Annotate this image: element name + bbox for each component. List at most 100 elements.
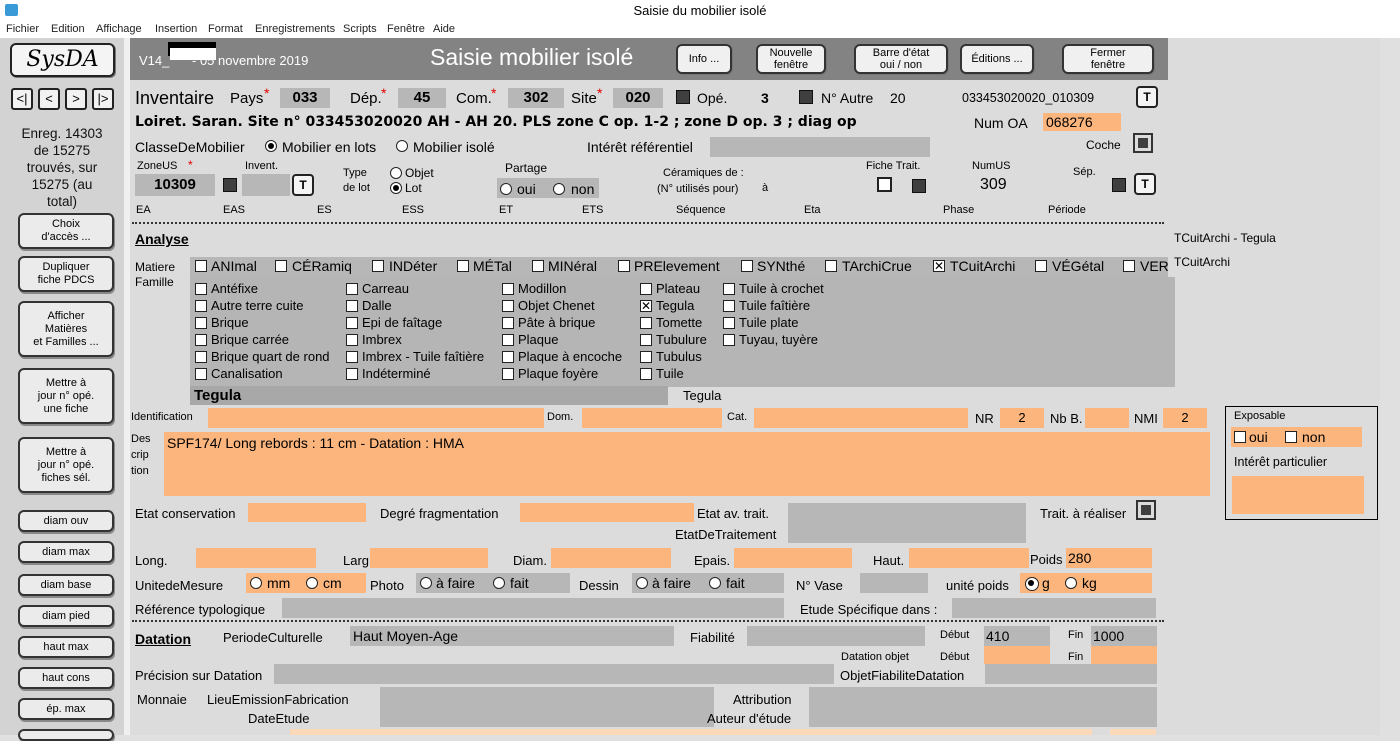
afficher-matieres-button[interactable]: Afficher Matières et Familles ... (18, 301, 114, 357)
menu-aide[interactable]: Aide (433, 23, 455, 35)
etude-specifique-field[interactable] (952, 598, 1156, 618)
identification-field[interactable] (208, 408, 544, 428)
mat-indeter-checkbox[interactable] (372, 260, 384, 272)
mat-ver-checkbox[interactable] (1123, 260, 1135, 272)
fam-tuile-faitiere-checkbox[interactable] (723, 300, 735, 312)
site-field[interactable]: 020 (613, 88, 663, 108)
diam-max-button[interactable]: diam max (18, 541, 114, 563)
reference-typologique-field[interactable] (282, 598, 784, 618)
fam-plaque-encoche-checkbox[interactable] (502, 351, 514, 363)
mat-tcuitarchi-checkbox[interactable]: ✕ (933, 260, 945, 272)
com-field[interactable]: 302 (508, 88, 564, 108)
zoneus-checkbox[interactable] (223, 178, 237, 192)
mobilier-lots-radio[interactable] (265, 140, 277, 152)
poids-field[interactable]: 280 (1066, 548, 1152, 568)
dep-field[interactable]: 45 (398, 88, 446, 108)
sidebar-more-button[interactable] (18, 729, 114, 741)
type-lot-radio[interactable] (390, 182, 402, 194)
fin-field[interactable]: 1000 (1091, 626, 1157, 646)
menu-fichier[interactable]: Fichier (6, 23, 39, 35)
poids-g-radio[interactable] (1025, 577, 1039, 591)
first-record-button[interactable]: <| (11, 88, 33, 110)
fam-tomette-checkbox[interactable] (640, 317, 652, 329)
vase-field[interactable] (860, 573, 928, 593)
mat-vegetal-checkbox[interactable] (1035, 260, 1047, 272)
trait-realiser-checkbox[interactable] (1136, 500, 1156, 520)
larg-field[interactable] (370, 548, 488, 568)
lieu-emission-field[interactable] (380, 687, 714, 707)
nmi-field[interactable]: 2 (1163, 408, 1207, 428)
unite-mm-radio[interactable] (250, 577, 262, 589)
degre-fragmentation-field[interactable] (520, 503, 694, 522)
auteur-etude-field[interactable] (809, 707, 1157, 727)
photo-a-faire-radio[interactable] (420, 577, 432, 589)
ep-max-button[interactable]: ép. max (18, 698, 114, 720)
dessin-a-faire-radio[interactable] (636, 577, 648, 589)
ope-checkbox[interactable] (676, 90, 690, 104)
fam-brique-quart-checkbox[interactable] (195, 351, 207, 363)
mat-metal-checkbox[interactable] (457, 260, 469, 272)
precision-datation-field[interactable] (274, 664, 834, 684)
comments-field-2[interactable] (1110, 729, 1156, 735)
mat-animal-checkbox[interactable] (195, 260, 207, 272)
fam-tubulure-checkbox[interactable] (640, 334, 652, 346)
photo-fait-radio[interactable] (493, 577, 505, 589)
mat-synthe-checkbox[interactable] (741, 260, 753, 272)
fam-tuile-crochet-checkbox[interactable] (723, 283, 735, 295)
partage-oui-radio[interactable] (500, 183, 512, 195)
unite-cm-radio[interactable] (306, 577, 318, 589)
fam-epi-checkbox[interactable] (346, 317, 358, 329)
nr-field[interactable]: 2 (1000, 408, 1044, 428)
fam-canalisation-checkbox[interactable] (195, 368, 207, 380)
fam-dalle-checkbox[interactable] (346, 300, 358, 312)
close-window-button[interactable]: Fermer fenêtre (1062, 44, 1154, 74)
dessin-fait-radio[interactable] (709, 577, 721, 589)
mat-mineral-checkbox[interactable] (532, 260, 544, 272)
mobilier-isole-radio[interactable] (396, 140, 408, 152)
invent-t-button[interactable]: T (292, 174, 314, 196)
fam-pate-brique-checkbox[interactable] (502, 317, 514, 329)
epais-field[interactable] (734, 548, 852, 568)
fam-antefixe-checkbox[interactable] (195, 283, 207, 295)
fam-modillon-checkbox[interactable] (502, 283, 514, 295)
fam-brique-carree-checkbox[interactable] (195, 334, 207, 346)
fam-brique-checkbox[interactable] (195, 317, 207, 329)
diam-ouv-button[interactable]: diam ouv (18, 510, 114, 532)
attribution-field[interactable] (809, 687, 1157, 707)
fin-objet-field[interactable] (1091, 646, 1157, 664)
maj-ope-fiche-button[interactable]: Mettre à jour n° opé. une fiche (18, 368, 114, 424)
diam-base-button[interactable]: diam base (18, 574, 114, 596)
mat-ceramiq-checkbox[interactable] (275, 260, 287, 272)
periode-culturelle-field[interactable]: Haut Moyen-Age (350, 626, 674, 646)
new-window-button[interactable]: Nouvelle fenêtre (756, 44, 826, 74)
mat-prelevement-checkbox[interactable] (618, 260, 630, 272)
poids-kg-radio[interactable] (1065, 577, 1077, 589)
interet-referentiel-field[interactable] (710, 137, 930, 157)
fiabilite-field[interactable] (747, 626, 925, 646)
invent-field[interactable] (242, 174, 290, 196)
fam-plaque-checkbox[interactable] (502, 334, 514, 346)
autre-checkbox[interactable] (799, 90, 813, 104)
fam-plaque-foyere-checkbox[interactable] (502, 368, 514, 380)
fam-indetermine-checkbox[interactable] (346, 368, 358, 380)
date-etude-field[interactable] (380, 707, 714, 727)
menu-format[interactable]: Format (208, 23, 243, 35)
cat-field[interactable] (754, 408, 968, 428)
interet-particulier-field[interactable] (1232, 476, 1364, 514)
fam-imbrex-tuile-checkbox[interactable] (346, 351, 358, 363)
dupliquer-fiche-button[interactable]: Dupliquer fiche PDCS (18, 256, 114, 292)
menu-fenetre[interactable]: Fenêtre (387, 23, 425, 35)
prev-record-button[interactable]: < (38, 88, 60, 110)
num-oa-field[interactable]: 068276 (1043, 113, 1121, 131)
etat-conservation-field[interactable] (248, 503, 366, 522)
haut-cons-button[interactable]: haut cons (18, 667, 114, 689)
exposable-oui-checkbox[interactable] (1234, 431, 1246, 443)
fiche-trait-checkbox[interactable] (877, 177, 892, 192)
long-field[interactable] (196, 548, 316, 568)
fam-tuile-plate-checkbox[interactable] (723, 317, 735, 329)
haut-field[interactable] (909, 548, 1029, 568)
fam-tuyau-checkbox[interactable] (723, 334, 735, 346)
comments-field[interactable] (290, 729, 1092, 735)
type-objet-radio[interactable] (390, 167, 402, 179)
coche-checkbox[interactable] (1133, 133, 1153, 153)
